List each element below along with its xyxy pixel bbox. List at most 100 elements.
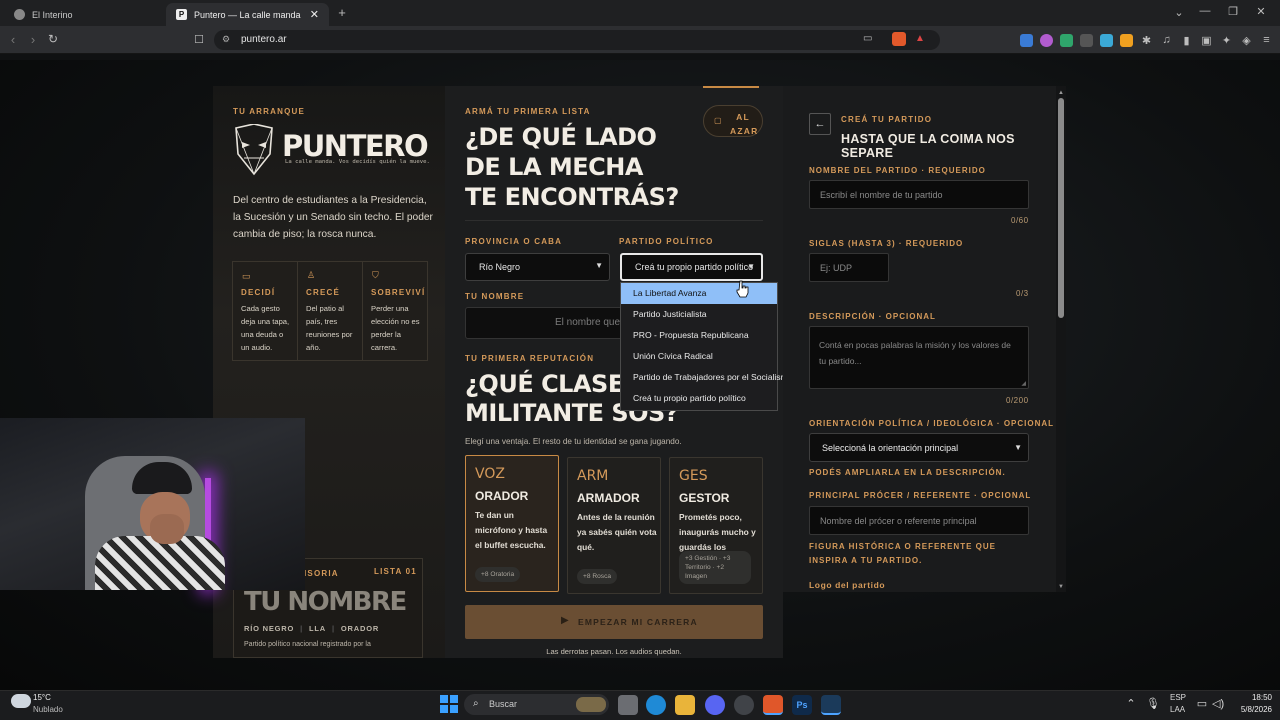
globe-icon	[14, 9, 25, 20]
shirt	[95, 536, 225, 590]
siglas-input[interactable]: Ej: UDP	[809, 253, 889, 282]
hero-input[interactable]: Nombre del prócer o referente principal	[809, 506, 1029, 535]
class-card-armador[interactable]: ARM ARMADOR Antes de la reunión ya sabés…	[567, 457, 661, 594]
edge-icon[interactable]	[646, 695, 666, 715]
network-icon[interactable]: ▭	[1196, 697, 1208, 710]
feature-card: ⛉ SOBREVIVÍ Perder una elección no es pe…	[363, 262, 428, 360]
keyboard-layout[interactable]: LAA	[1170, 705, 1185, 714]
scroll-up-icon[interactable]: ▲	[1058, 90, 1064, 96]
orientation-label: ORIENTACIÓN POLÍTICA / IDEOLÓGICA · OPCI…	[809, 419, 1055, 428]
extension-icon[interactable]	[1040, 33, 1053, 47]
extension-icon[interactable]	[1080, 33, 1093, 47]
new-tab-button[interactable]: +	[335, 5, 349, 20]
title-line: DE LA MECHA	[465, 153, 643, 181]
dice-icon: ▢	[714, 116, 722, 125]
resize-handle-icon[interactable]: ◢	[1021, 380, 1026, 387]
close-tab-icon[interactable]: ✕	[310, 8, 319, 21]
wallet-icon[interactable]: ▣	[1200, 34, 1213, 47]
random-button[interactable]: ▢ AL AZAR	[703, 105, 763, 137]
extension-icon[interactable]	[1100, 33, 1113, 47]
party-option[interactable]: Creá tu propio partido político	[621, 388, 777, 409]
webcam-overlay	[0, 418, 305, 590]
site-info-icon[interactable]: ⚙	[222, 34, 230, 45]
menu-icon[interactable]: ≡	[1260, 34, 1273, 46]
extension-icon[interactable]	[1020, 33, 1033, 47]
party-name-label: NOMBRE DEL PARTIDO · REQUERIDO	[809, 166, 986, 175]
siglas-label: SIGLAS (HASTA 3) · REQUERIDO	[809, 239, 964, 248]
cast-icon[interactable]: ▭	[863, 33, 872, 44]
language-indicator[interactable]: ESP	[1170, 693, 1186, 702]
party-option[interactable]: PRO - Propuesta Republicana	[621, 325, 777, 346]
tray-chevron-icon[interactable]: ⌃	[1125, 697, 1137, 710]
extension-icon[interactable]	[1060, 33, 1073, 47]
party-option[interactable]: La Libertad Avanza	[621, 283, 777, 304]
weather-desc[interactable]: Nublado	[33, 705, 63, 714]
puzzle-icon[interactable]: ✱	[1140, 34, 1153, 47]
reload-icon[interactable]: ↻	[46, 32, 60, 46]
party-option[interactable]: Partido Justicialista	[621, 304, 777, 325]
maximize-icon[interactable]: ❐	[1226, 5, 1240, 18]
tab-puntero[interactable]: P Puntero — La calle manda ✕	[166, 3, 329, 26]
address-bar[interactable]: ⚙ puntero.ar ▭ ▲	[214, 30, 940, 50]
photoshop-icon[interactable]: Ps	[792, 695, 812, 715]
divider	[465, 220, 763, 221]
party-name-input[interactable]: Escribí el nombre de tu partido	[809, 180, 1029, 209]
bookmark-icon[interactable]: ☐	[193, 33, 205, 46]
back-arrow-icon[interactable]: ←	[809, 113, 831, 135]
windows-start-icon[interactable]	[440, 695, 458, 713]
obs-icon[interactable]	[734, 695, 754, 715]
party-option[interactable]: Unión Cívica Radical	[621, 346, 777, 367]
brave-shield-icon[interactable]	[892, 32, 906, 46]
scroll-down-icon[interactable]: ▼	[1058, 584, 1064, 590]
description-textarea[interactable]: Contá en pocas palabras la misión y los …	[809, 326, 1029, 389]
panel-scrollbar[interactable]: ▲ ▼	[1056, 86, 1066, 592]
description-placeholder: Contá en pocas palabras la misión y los …	[819, 340, 1011, 366]
class-bonus: +3 Gestión · +3 Territorio · +2 Imagen	[679, 551, 751, 584]
discord-icon[interactable]	[705, 695, 725, 715]
extension-icon[interactable]	[1120, 33, 1133, 47]
weather-temp[interactable]: 15°C	[33, 693, 51, 702]
tab-el-interino[interactable]: El Interino	[4, 3, 164, 26]
leo-icon[interactable]: ✦	[1220, 34, 1233, 47]
forward-icon[interactable]: ›	[26, 32, 40, 47]
back-icon[interactable]: ‹	[6, 32, 20, 47]
clock-date[interactable]: 5/8/2026	[1226, 705, 1272, 714]
chevron-down-icon: ▼	[747, 262, 755, 271]
party-label: PARTIDO POLÍTICO	[619, 237, 714, 246]
party-option[interactable]: Partido de Trabajadores por el Socialism…	[621, 367, 793, 388]
windows-taskbar	[0, 690, 1280, 720]
music-icon[interactable]: ♫	[1160, 34, 1173, 46]
start-career-button[interactable]: ▶ EMPEZAR MI CARRERA	[465, 605, 763, 639]
taskbar-search[interactable]: ⌕ Buscar	[464, 694, 609, 715]
task-view-icon[interactable]	[618, 695, 638, 715]
province-select[interactable]: Río Negro ▼	[465, 253, 610, 281]
reputation-kicker: TU PRIMERA REPUTACIÓN	[465, 354, 595, 363]
class-card-gestor[interactable]: GES GESTOR Prometés poco, inaugurás much…	[669, 457, 763, 594]
microphone-icon[interactable]: 🎙︎	[1146, 697, 1160, 710]
steam-icon[interactable]	[821, 695, 841, 715]
party-select[interactable]: Creá tu propio partido político ▼	[620, 253, 763, 281]
intro-kicker: TU ARRANQUE	[233, 107, 306, 116]
file-explorer-icon[interactable]	[675, 695, 695, 715]
scroll-thumb[interactable]	[1058, 98, 1064, 318]
orientation-hint: PODÉS AMPLIARLA EN LA DESCRIPCIÓN.	[809, 468, 1006, 477]
class-bonus: +8 Oratoria	[475, 567, 521, 582]
tab-list-icon[interactable]: ⌄	[1172, 6, 1186, 19]
class-desc: Antes de la reunión ya sabés quién vota …	[577, 512, 657, 552]
vpn-icon[interactable]: ◈	[1240, 34, 1253, 47]
volume-icon[interactable]: ◁)	[1212, 697, 1224, 710]
description-counter: 0/200	[1006, 396, 1029, 405]
orientation-select[interactable]: Seleccioná la orientación principal ▼	[809, 433, 1029, 462]
clock-time[interactable]: 18:50	[1236, 693, 1272, 702]
cloud-icon[interactable]	[11, 694, 31, 708]
extensions-area: ✱ ♫ ▮ ▣ ✦ ◈ ≡	[1020, 33, 1278, 47]
sidebar-icon[interactable]: ▮	[1180, 34, 1193, 47]
feature-title: CRECÉ	[306, 288, 341, 297]
close-window-icon[interactable]: ✕	[1254, 5, 1268, 18]
brave-icon[interactable]	[763, 695, 783, 715]
brave-rewards-icon[interactable]: ▲	[915, 33, 925, 44]
name-label: TU NOMBRE	[465, 292, 525, 301]
url-text[interactable]: puntero.ar	[241, 34, 287, 45]
class-card-orador[interactable]: VOZ ORADOR Te dan un micrófono y hasta e…	[465, 455, 559, 592]
minimize-icon[interactable]: —	[1198, 5, 1212, 17]
